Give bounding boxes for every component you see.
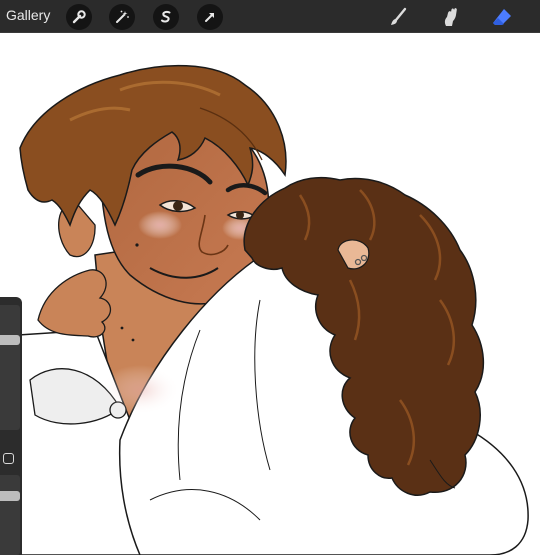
man-hand xyxy=(37,269,112,338)
smudge-tool-button[interactable] xyxy=(436,3,464,31)
side-slider-panel xyxy=(0,297,22,555)
selection-button[interactable] xyxy=(153,4,179,30)
opacity-slider-handle[interactable] xyxy=(0,491,20,501)
brush-size-slider[interactable] xyxy=(0,305,20,430)
eraser-tool-button[interactable] xyxy=(488,3,516,31)
transform-arrow-icon xyxy=(205,13,214,22)
wrench-icon xyxy=(72,10,86,24)
actions-wrench-button[interactable] xyxy=(66,4,92,30)
gallery-button[interactable]: Gallery xyxy=(6,7,50,23)
drawing-canvas[interactable] xyxy=(0,33,540,555)
brush-size-slider-handle[interactable] xyxy=(0,335,20,345)
eraser-icon xyxy=(493,9,511,25)
opacity-slider[interactable] xyxy=(0,475,20,555)
modify-button[interactable] xyxy=(3,453,14,464)
smudge-icon xyxy=(444,8,457,26)
adjustments-button[interactable] xyxy=(109,4,135,30)
brush-tool-button[interactable] xyxy=(384,3,412,31)
transform-button[interactable] xyxy=(197,4,223,30)
selection-icon xyxy=(161,10,171,23)
brush-icon xyxy=(391,7,407,25)
magic-wand-icon xyxy=(116,10,129,23)
top-toolbar: Gallery xyxy=(0,0,540,33)
